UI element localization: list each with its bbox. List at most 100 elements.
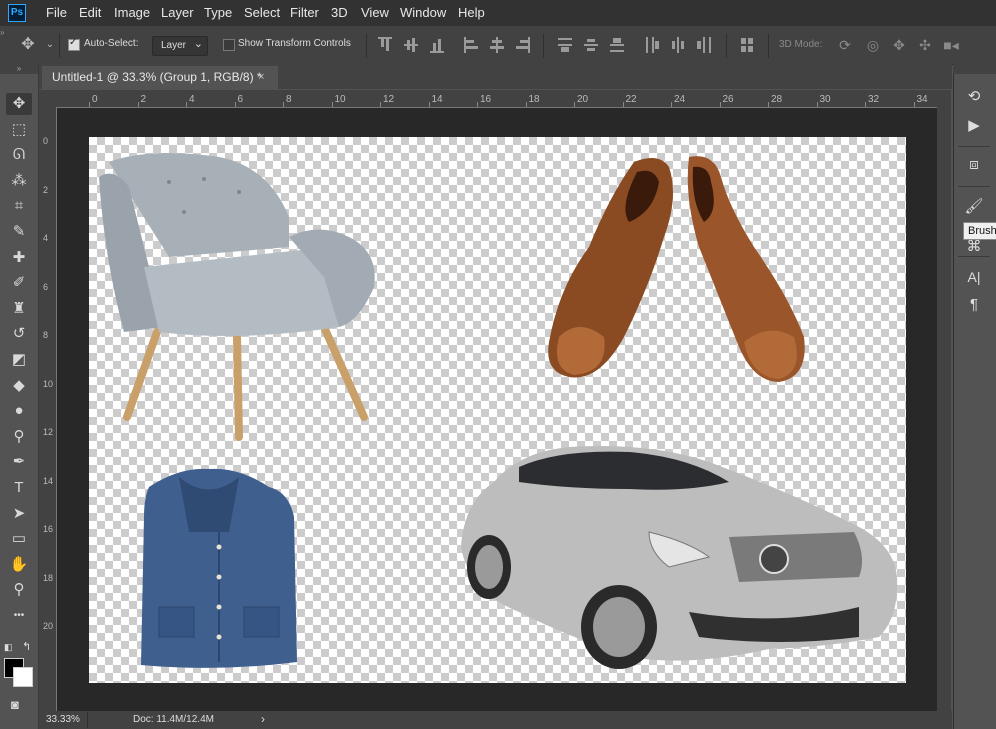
3d-scale-icon[interactable]: ■◂ bbox=[943, 37, 959, 53]
magic-wand-tool-icon[interactable]: ⁂ bbox=[6, 170, 32, 192]
move-tool-icon[interactable]: ✥ bbox=[6, 93, 32, 115]
blur-tool-icon[interactable]: ● bbox=[6, 400, 32, 422]
history-panel-icon[interactable]: ⟲ bbox=[961, 86, 987, 108]
paint-bucket-tool-icon[interactable]: ◆ bbox=[6, 375, 32, 397]
menu-window[interactable]: Window bbox=[400, 5, 446, 20]
distribute-horizontal-centers-icon[interactable] bbox=[671, 37, 685, 53]
menu-layer[interactable]: Layer bbox=[161, 5, 194, 20]
ruler-label: 10 bbox=[43, 378, 54, 389]
history-brush-tool-icon[interactable]: ↺ bbox=[6, 323, 32, 345]
ruler-tick bbox=[89, 102, 90, 107]
3d-panel-icon[interactable]: ⧈ bbox=[961, 154, 987, 176]
default-colors-icon[interactable]: ◧ bbox=[4, 642, 13, 653]
align-top-edges-icon[interactable] bbox=[378, 37, 392, 53]
crop-tool-icon[interactable]: ⌗ bbox=[6, 195, 32, 217]
vertical-scrollbar[interactable] bbox=[937, 90, 951, 711]
actions-panel-icon[interactable]: ▶ bbox=[961, 115, 987, 137]
menu-edit[interactable]: Edit bbox=[79, 5, 101, 20]
menu-help[interactable]: Help bbox=[458, 5, 485, 20]
silver-car-image[interactable] bbox=[461, 446, 898, 669]
auto-align-layers-icon[interactable] bbox=[741, 37, 755, 53]
clone-stamp-tool-icon[interactable]: ♜ bbox=[6, 298, 32, 320]
distribute-bottom-edges-icon[interactable] bbox=[610, 37, 624, 53]
ruler-tick bbox=[671, 102, 672, 107]
distribute-right-edges-icon[interactable] bbox=[697, 37, 711, 53]
menu-image[interactable]: Image bbox=[114, 5, 150, 20]
vertical-ruler[interactable]: 0 2 4 6 8 10 12 14 16 18 20 bbox=[39, 107, 57, 711]
ruler-tick bbox=[816, 102, 818, 107]
lasso-tool-icon[interactable]: ᘏ bbox=[6, 144, 32, 166]
move-tool-preset-icon[interactable]: ✥ bbox=[20, 37, 36, 53]
denim-shirt-image[interactable] bbox=[141, 468, 297, 668]
rectangle-tool-icon[interactable]: ▭ bbox=[6, 528, 32, 550]
menu-select[interactable]: Select bbox=[244, 5, 280, 20]
3d-orbit-icon[interactable]: ⟳ bbox=[837, 37, 853, 53]
marquee-tool-icon[interactable]: ⬚ bbox=[6, 119, 32, 141]
menu-3d[interactable]: 3D bbox=[331, 5, 348, 20]
3d-pan-icon[interactable]: ✥ bbox=[891, 37, 907, 53]
zoom-level[interactable]: 33.33% bbox=[46, 714, 80, 725]
distribute-vertical-centers-icon[interactable] bbox=[584, 37, 598, 53]
ruler-label: 14 bbox=[431, 94, 443, 105]
distribute-left-edges-icon[interactable] bbox=[645, 37, 659, 53]
swap-colors-icon[interactable]: ↰ bbox=[22, 640, 31, 653]
character-panel-icon[interactable]: A| bbox=[961, 266, 987, 288]
brush-tool-icon[interactable]: ✐ bbox=[6, 272, 32, 294]
menu-file[interactable]: File bbox=[46, 5, 67, 20]
toolbox-collapse-icon[interactable]: » bbox=[0, 64, 38, 74]
pen-tool-icon[interactable]: ✒ bbox=[6, 451, 32, 473]
brush-settings-panel-icon[interactable]: 🖌 bbox=[961, 196, 987, 218]
menu-type[interactable]: Type bbox=[204, 5, 232, 20]
document-size-info: Doc: 11.4M/12.4M bbox=[133, 714, 214, 725]
dodge-tool-icon[interactable]: ⚲ bbox=[6, 426, 32, 448]
divider bbox=[958, 256, 990, 257]
ruler-origin[interactable] bbox=[39, 90, 57, 107]
ruler-tick bbox=[622, 102, 624, 107]
hand-tool-icon[interactable]: ✋ bbox=[6, 554, 32, 576]
options-grip-icon: » bbox=[0, 28, 5, 37]
healing-brush-tool-icon[interactable]: ✚ bbox=[6, 247, 32, 269]
ruler-label: 20 bbox=[43, 621, 54, 631]
menu-filter[interactable]: Filter bbox=[290, 5, 319, 20]
canvas[interactable] bbox=[89, 137, 906, 683]
divider bbox=[543, 34, 544, 58]
align-horizontal-centers-icon[interactable] bbox=[490, 37, 504, 53]
ruler-tick bbox=[865, 102, 866, 107]
more-tools-icon[interactable]: ••• bbox=[6, 605, 32, 627]
path-selection-tool-icon[interactable]: ➤ bbox=[6, 503, 32, 525]
3d-slide-icon[interactable]: ✣ bbox=[917, 37, 933, 53]
align-vertical-centers-icon[interactable] bbox=[404, 37, 418, 53]
3d-mode-label: 3D Mode: bbox=[779, 39, 823, 50]
show-transform-controls-checkbox[interactable] bbox=[223, 39, 235, 51]
armchair-image[interactable] bbox=[99, 153, 375, 441]
document-tab[interactable]: Untitled-1 @ 33.3% (Group 1, RGB/8) * bbox=[42, 66, 278, 89]
divider bbox=[768, 34, 769, 58]
3d-roll-icon[interactable]: ◎ bbox=[865, 37, 881, 53]
align-right-edges-icon[interactable] bbox=[516, 37, 530, 53]
distribute-top-edges-icon[interactable] bbox=[558, 37, 572, 53]
eraser-tool-icon[interactable]: ◩ bbox=[6, 349, 32, 371]
quick-mask-icon[interactable]: ◙ bbox=[11, 697, 19, 712]
align-bottom-edges-icon[interactable] bbox=[430, 37, 444, 53]
eyedropper-tool-icon[interactable]: ✎ bbox=[6, 221, 32, 243]
status-menu-arrow-icon[interactable]: › bbox=[261, 712, 265, 726]
panel-dock-collapse-icon[interactable] bbox=[953, 64, 996, 74]
ruler-label: 16 bbox=[480, 94, 492, 105]
ruler-label: 34 bbox=[916, 94, 928, 105]
paragraph-panel-icon[interactable]: ¶ bbox=[961, 294, 987, 316]
ruler-label: 0 bbox=[92, 94, 98, 105]
type-tool-icon[interactable]: T bbox=[6, 477, 32, 499]
ruler-label: 22 bbox=[625, 94, 637, 105]
horizontal-ruler[interactable]: 0 2 4 6 8 10 12 14 16 18 20 22 24 26 28 30 32 34 bbox=[57, 90, 937, 108]
ruler-tick bbox=[913, 102, 915, 107]
ruler-tick bbox=[428, 102, 430, 107]
menu-view[interactable]: View bbox=[361, 5, 389, 20]
zoom-tool-icon[interactable]: ⚲ bbox=[6, 579, 32, 601]
auto-select-checkbox[interactable] bbox=[68, 37, 80, 51]
auto-select-target-dropdown[interactable]: Layer ⌄ bbox=[152, 36, 208, 56]
align-left-edges-icon[interactable] bbox=[464, 37, 478, 53]
close-tab-icon[interactable]: × bbox=[258, 66, 272, 89]
chevron-down-icon[interactable]: ⌄ bbox=[42, 37, 58, 53]
shoes-image[interactable] bbox=[548, 156, 805, 382]
background-color-swatch[interactable] bbox=[13, 667, 33, 687]
